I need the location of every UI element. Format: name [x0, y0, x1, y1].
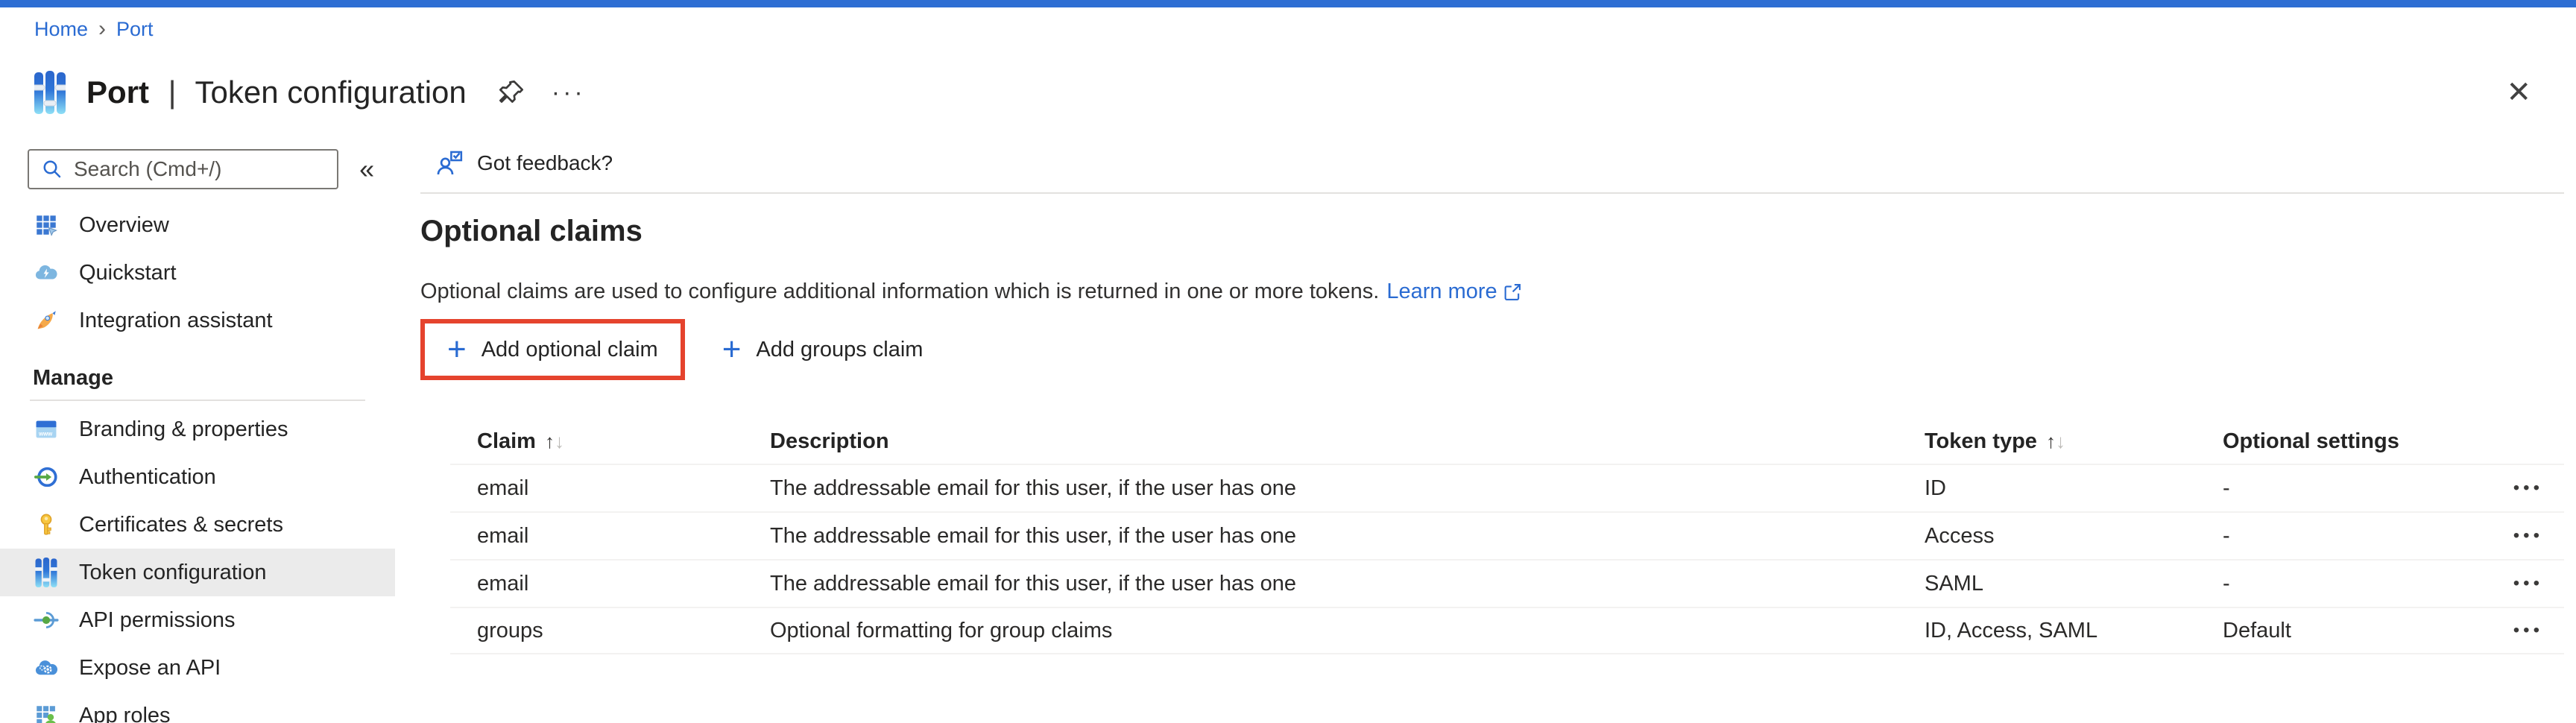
sidebar-item-api-permissions[interactable]: API permissions — [0, 596, 395, 644]
optional-settings-cell: - — [2223, 524, 2476, 549]
learn-more-link[interactable]: Learn more — [1386, 280, 1497, 304]
more-options-icon[interactable]: ··· — [552, 78, 586, 107]
key-icon — [33, 511, 60, 538]
sidebar-item-label: Overview — [79, 213, 169, 238]
cloud-lightning-icon — [33, 259, 60, 286]
plus-icon: + — [722, 333, 742, 366]
sort-icon[interactable]: ↑↓ — [2046, 430, 2065, 452]
optional-settings-cell: - — [2223, 572, 2476, 596]
optional-claims-heading: Optional claims — [420, 215, 2564, 248]
api-permissions-icon — [33, 607, 60, 634]
table-row[interactable]: email The addressable email for this use… — [450, 559, 2564, 607]
got-feedback-button[interactable]: Got feedback? — [420, 149, 620, 177]
sidebar-item-branding-properties[interactable]: www Branding & properties — [0, 405, 395, 453]
rocket-icon — [33, 307, 60, 334]
external-link-icon — [1502, 282, 1523, 303]
sidebar-item-authentication[interactable]: Authentication — [0, 453, 395, 501]
sidebar-item-label: Branding & properties — [79, 417, 288, 442]
sidebar-section-divider — [30, 400, 365, 401]
claims-table: Claim ↑↓ Description Token type ↑↓ Optiona… — [450, 419, 2564, 654]
breadcrumb-chevron-icon: › — [98, 16, 106, 42]
sidebar-item-label: Certificates & secrets — [79, 513, 283, 537]
row-context-menu-icon[interactable]: ••• — [2476, 525, 2564, 546]
svg-text:www: www — [38, 431, 53, 438]
breadcrumb: Home › Port — [0, 7, 2576, 51]
sidebar-item-label: Expose an API — [79, 656, 221, 681]
sidebar-search-box[interactable] — [28, 149, 338, 189]
claims-actions: + Add optional claim + Add groups claim — [420, 319, 2564, 380]
row-context-menu-icon[interactable]: ••• — [2476, 620, 2564, 641]
add-optional-claim-button[interactable]: + Add optional claim — [420, 319, 685, 380]
sidebar-item-label: Token configuration — [79, 561, 267, 585]
claim-cell: email — [450, 572, 770, 596]
token-configuration-sliders-icon — [33, 559, 60, 586]
description-cell: The addressable email for this user, if … — [770, 572, 1925, 596]
sidebar-item-expose-an-api[interactable]: Expose an API — [0, 644, 395, 692]
sidebar-item-app-roles[interactable]: App roles — [0, 692, 395, 723]
page-header: Port | Token configuration ··· ✕ — [0, 51, 2576, 134]
token-type-cell: ID, Access, SAML — [1925, 619, 2223, 643]
token-type-cell: Access — [1925, 524, 2223, 549]
description-cell: Optional formatting for group claims — [770, 619, 1925, 643]
row-context-menu-icon[interactable]: ••• — [2476, 478, 2564, 499]
sidebar-item-token-configuration[interactable]: Token configuration — [0, 549, 395, 596]
column-header-claim[interactable]: Claim — [477, 429, 536, 453]
sidebar-menu: Overview Quickstart — [0, 201, 395, 723]
token-type-cell: ID — [1925, 476, 2223, 501]
search-input[interactable] — [74, 157, 325, 181]
table-row[interactable]: email The addressable email for this use… — [450, 511, 2564, 559]
got-feedback-label: Got feedback? — [477, 151, 613, 175]
row-context-menu-icon[interactable]: ••• — [2476, 573, 2564, 594]
description-cell: The addressable email for this user, if … — [770, 476, 1925, 501]
feedback-person-icon — [435, 149, 464, 177]
breadcrumb-home-link[interactable]: Home — [34, 18, 88, 41]
sidebar-item-label: Authentication — [79, 465, 216, 490]
table-row[interactable]: email The addressable email for this use… — [450, 464, 2564, 511]
sidebar-section-manage: Manage — [0, 356, 395, 400]
app-roles-icon — [33, 702, 60, 723]
table-row[interactable]: groups Optional formatting for group cla… — [450, 607, 2564, 654]
optional-claims-description: Optional claims are used to configure ad… — [420, 280, 2564, 304]
optional-settings-cell: - — [2223, 476, 2476, 501]
claim-cell: email — [450, 476, 770, 501]
page-title: Port | Token configuration — [86, 75, 467, 110]
authentication-icon — [33, 464, 60, 490]
column-header-description: Description — [770, 429, 889, 453]
resource-menu-sidebar: « Overview — [0, 134, 395, 723]
sidebar-item-label: Quickstart — [79, 261, 177, 285]
pin-icon[interactable] — [496, 78, 526, 107]
description-cell: The addressable email for this user, if … — [770, 524, 1925, 549]
close-icon[interactable]: ✕ — [2506, 78, 2531, 107]
breadcrumb-port-link[interactable]: Port — [116, 18, 154, 41]
azure-top-bar — [0, 0, 2576, 7]
sort-icon[interactable]: ↑↓ — [545, 430, 564, 452]
column-header-token-type[interactable]: Token type — [1925, 429, 2037, 453]
cloud-gear-icon — [33, 654, 60, 681]
collapse-menu-icon[interactable]: « — [338, 154, 395, 185]
sidebar-item-quickstart[interactable]: Quickstart — [0, 249, 395, 297]
sidebar-item-label: App roles — [79, 704, 171, 723]
plus-icon: + — [447, 333, 467, 366]
sidebar-item-certificates-secrets[interactable]: Certificates & secrets — [0, 501, 395, 549]
claim-cell: email — [450, 524, 770, 549]
claims-table-header: Claim ↑↓ Description Token type ↑↓ Optiona… — [450, 419, 2564, 464]
sidebar-item-overview[interactable]: Overview — [0, 201, 395, 249]
sidebar-item-integration-assistant[interactable]: Integration assistant — [0, 297, 395, 344]
browser-window-icon: www — [33, 416, 60, 443]
main-content: Got feedback? Optional claims Optional c… — [395, 134, 2576, 723]
claim-cell: groups — [450, 619, 770, 643]
optional-settings-cell: Default — [2223, 619, 2476, 643]
add-groups-claim-button[interactable]: + Add groups claim — [700, 319, 946, 380]
search-icon — [41, 158, 63, 180]
sidebar-item-label: Integration assistant — [79, 309, 273, 333]
overview-grid-icon — [33, 212, 60, 239]
token-type-cell: SAML — [1925, 572, 2223, 596]
app-registration-logo-icon — [34, 71, 66, 114]
column-header-optional-settings: Optional settings — [2223, 429, 2399, 453]
sidebar-item-label: API permissions — [79, 608, 236, 633]
command-bar: Got feedback? — [420, 134, 2564, 194]
